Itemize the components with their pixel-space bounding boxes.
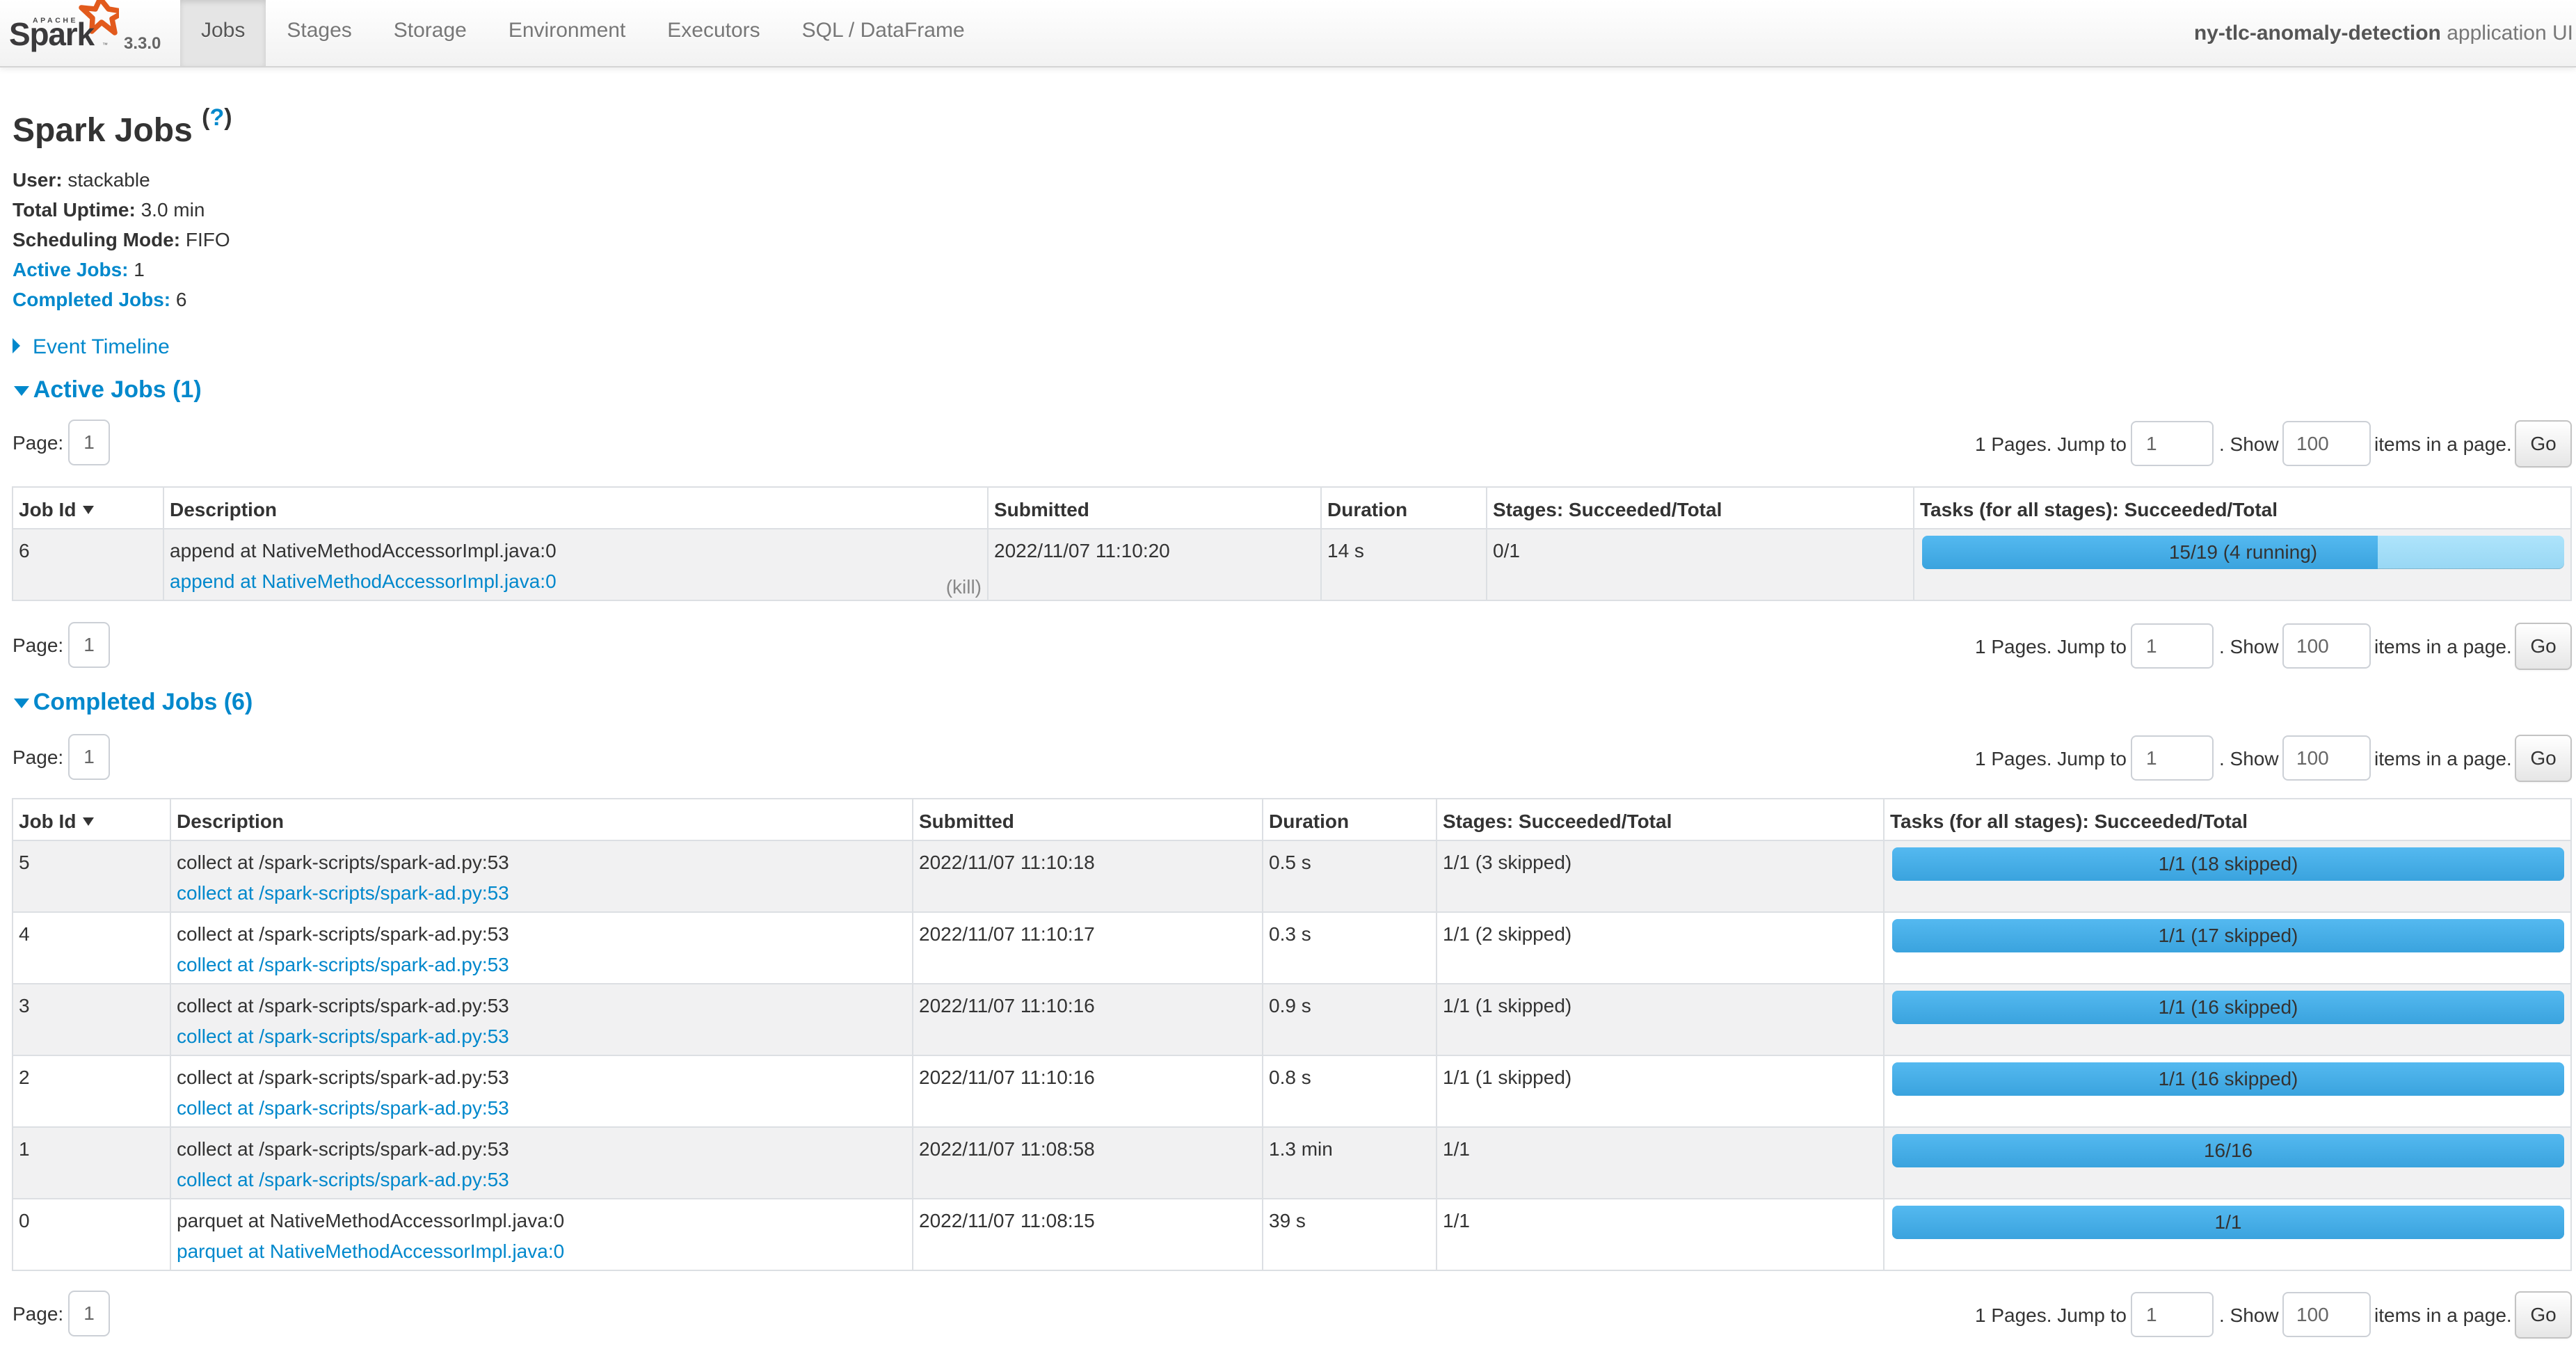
svg-text:™: ™ [102,42,108,48]
svg-text:Spark: Spark [9,16,95,52]
